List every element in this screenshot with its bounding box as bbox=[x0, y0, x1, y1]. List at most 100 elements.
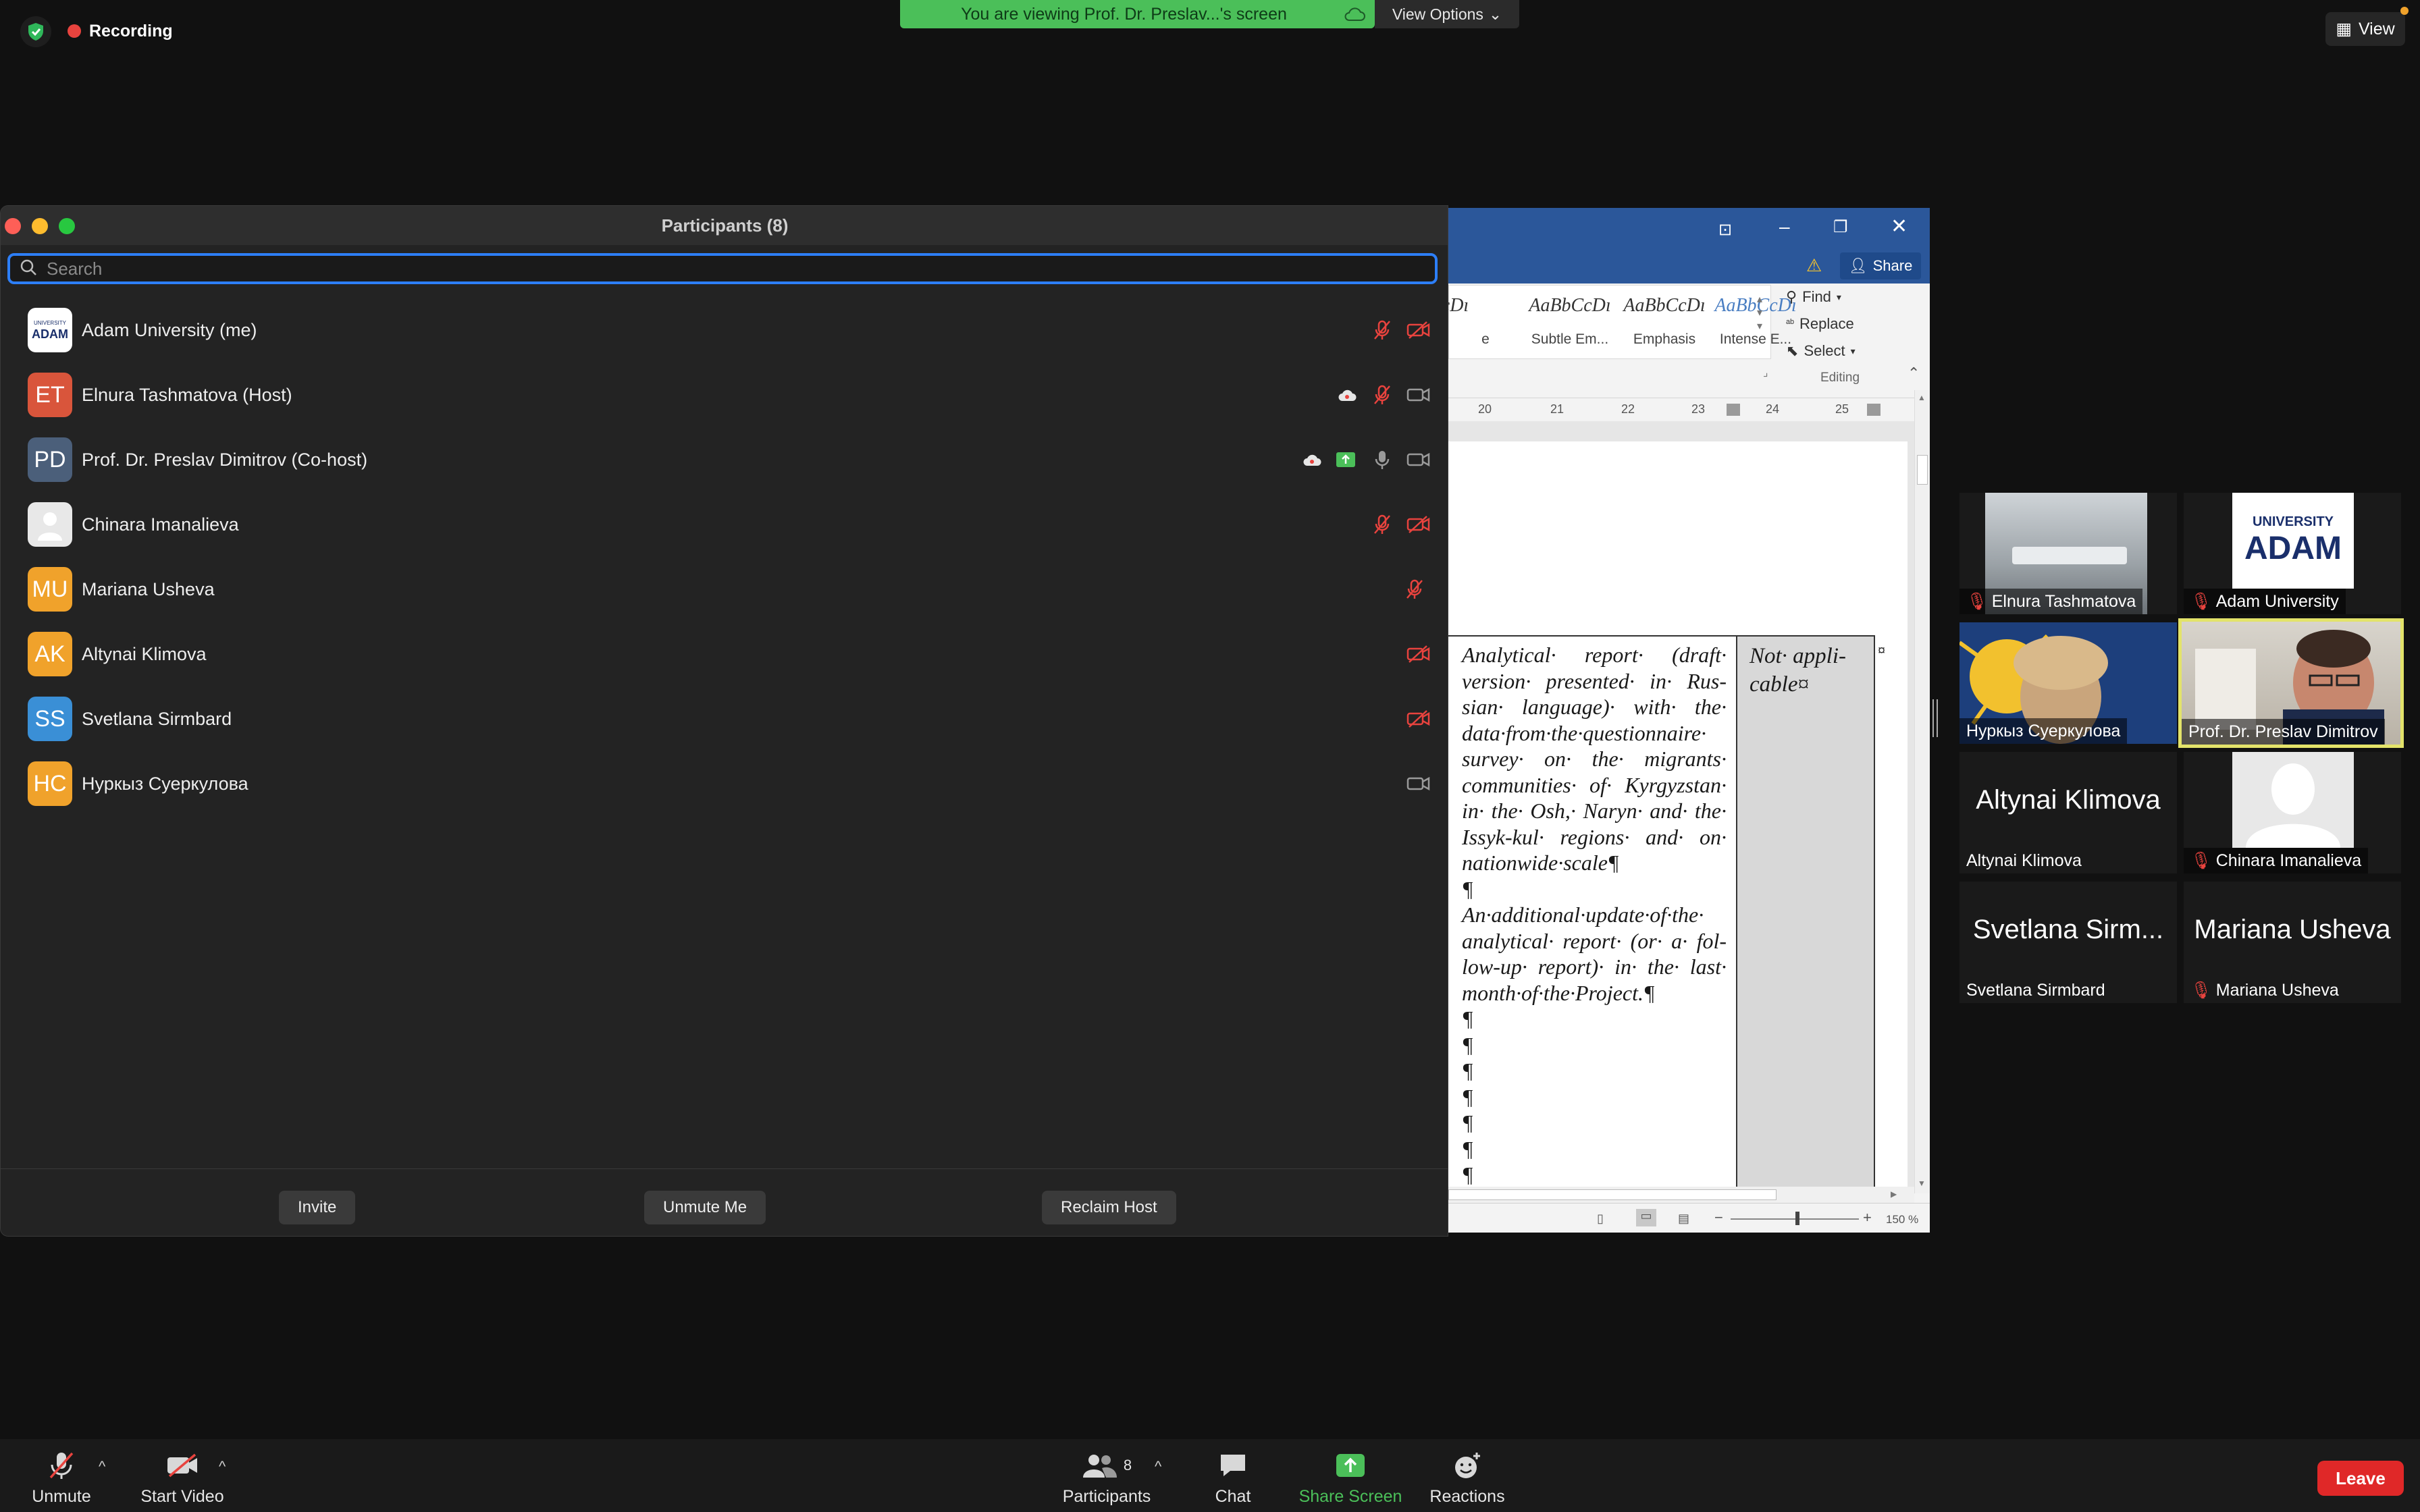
recording-dot-icon bbox=[68, 24, 81, 38]
participants-options-chevron-icon[interactable]: ^ bbox=[1155, 1458, 1161, 1476]
scroll-up-icon[interactable]: ▲ bbox=[1918, 393, 1926, 402]
styles-gallery[interactable]: cDı e AaBbCcDı Subtle Em... AaBbCcDı Emp… bbox=[1448, 285, 1797, 359]
video-tile[interactable]: UNIVERSITY ADAM 🎙︎ Adam University bbox=[2184, 493, 2401, 614]
horizontal-ruler[interactable]: 20 21 22 23 24 25 bbox=[1448, 398, 1914, 421]
gallery-resize-handle[interactable] bbox=[1932, 699, 1938, 737]
reclaim-host-button[interactable]: Reclaim Host bbox=[1042, 1191, 1176, 1224]
participant-search[interactable] bbox=[7, 253, 1438, 284]
vertical-scrollbar[interactable]: ▲ ▼ bbox=[1914, 390, 1930, 1193]
start-video-button[interactable]: Start Video bbox=[135, 1446, 230, 1507]
chat-button[interactable]: Chat bbox=[1206, 1446, 1260, 1507]
zoom-out-icon[interactable]: − bbox=[1714, 1209, 1723, 1226]
participant-row[interactable]: UNIVERSITY ADAM Adam University (me) bbox=[1, 298, 1448, 362]
view-button[interactable]: ▦ View bbox=[2325, 12, 2405, 46]
video-tile[interactable]: Svetlana Sirm... Svetlana Sirmbard bbox=[1959, 882, 2177, 1003]
video-tile[interactable]: Mariana Usheva 🎙︎ Mariana Usheva bbox=[2184, 882, 2401, 1003]
print-layout-icon[interactable]: ▭ bbox=[1636, 1209, 1656, 1226]
horizontal-scrollbar[interactable]: ▶ bbox=[1448, 1187, 1914, 1203]
document-area: Analytical· report· (draft· version· pre… bbox=[1448, 421, 1914, 1233]
mic-muted-icon[interactable] bbox=[1401, 576, 1428, 603]
minimize-icon[interactable]: – bbox=[1779, 216, 1790, 238]
invite-button[interactable]: Invite bbox=[279, 1191, 356, 1224]
document-cell-status[interactable]: Not· appli­cable¤ bbox=[1736, 637, 1875, 1210]
document-cell-description[interactable]: Analytical· report· (draft· version· pre… bbox=[1462, 642, 1727, 1214]
participant-row[interactable]: НС Нуркыз Суеркулова bbox=[1, 751, 1448, 816]
participant-row[interactable]: PD Prof. Dr. Preslav Dimitrov (Co-host) bbox=[1, 427, 1448, 492]
video-camera-icon[interactable] bbox=[1405, 381, 1432, 408]
styles-scroll-icon[interactable]: ▴ ▾ ▾ bbox=[1757, 292, 1762, 333]
mic-icon[interactable] bbox=[1369, 446, 1396, 473]
participant-row[interactable]: AK Altynai Klimova bbox=[1, 622, 1448, 686]
participant-row[interactable]: Chinara Imanalieva bbox=[1, 492, 1448, 557]
replace-icon: ᵃᵇ bbox=[1786, 318, 1794, 329]
select-button[interactable]: ⬉ Select ▾ bbox=[1786, 338, 1894, 364]
style-item-subtle-emphasis[interactable]: AaBbCcDı Subtle Em... bbox=[1523, 291, 1616, 348]
collapse-ribbon-icon[interactable]: ⌃ bbox=[1908, 364, 1920, 382]
search-input[interactable] bbox=[47, 258, 1435, 279]
video-off-icon[interactable] bbox=[1405, 511, 1432, 538]
view-button-label: View bbox=[2358, 19, 2395, 38]
find-button[interactable]: ⚲ Find ▾ bbox=[1786, 284, 1894, 310]
document-page[interactable]: Analytical· report· (draft· version· pre… bbox=[1448, 441, 1908, 1233]
participant-row[interactable]: ET Elnura Tashmatova (Host) bbox=[1, 362, 1448, 427]
recording-indicator[interactable]: Recording bbox=[68, 18, 173, 45]
zoom-slider[interactable] bbox=[1731, 1218, 1859, 1220]
video-tile[interactable]: 🎙︎ Chinara Imanalieva bbox=[2184, 752, 2401, 873]
participant-row[interactable]: MU Mariana Usheva bbox=[1, 557, 1448, 622]
style-item-emphasis[interactable]: AaBbCcDı Emphasis bbox=[1618, 291, 1711, 348]
minimize-window-icon[interactable] bbox=[32, 218, 48, 234]
video-tile[interactable]: Altynai Klimova Altynai Klimova bbox=[1959, 752, 2177, 873]
ruler-marker[interactable] bbox=[1867, 404, 1880, 416]
video-tile-active-speaker[interactable]: Prof. Dr. Preslav Dimitrov bbox=[2178, 618, 2404, 748]
close-icon[interactable]: ✕ bbox=[1891, 215, 1908, 238]
document-table: Analytical· report· (draft· version· pre… bbox=[1448, 635, 1885, 1213]
video-tile[interactable]: Нуркыз Суеркулова bbox=[1959, 622, 2177, 744]
mic-muted-icon[interactable] bbox=[1369, 317, 1396, 344]
ribbon-display-icon[interactable]: ⊡ bbox=[1718, 220, 1732, 240]
logo-bottom-text: ADAM bbox=[2244, 531, 2342, 566]
video-tile[interactable]: 🎙︎ Elnura Tashmatova bbox=[1959, 493, 2177, 614]
share-screen-button[interactable]: Share Screen bbox=[1290, 1446, 1411, 1507]
mic-muted-icon[interactable] bbox=[1369, 511, 1396, 538]
warning-icon[interactable]: ⚠ bbox=[1806, 255, 1822, 276]
video-options-chevron-icon[interactable]: ^ bbox=[219, 1458, 226, 1476]
leave-button[interactable]: Leave bbox=[2317, 1461, 2404, 1496]
video-off-icon[interactable] bbox=[1405, 641, 1432, 668]
restore-icon[interactable]: ❐ bbox=[1833, 217, 1848, 237]
replace-button[interactable]: ᵃᵇ Replace bbox=[1786, 310, 1894, 338]
zoom-slider-thumb[interactable] bbox=[1795, 1212, 1799, 1225]
participant-row[interactable]: SS Svetlana Sirmbard bbox=[1, 686, 1448, 751]
video-camera-icon[interactable] bbox=[1405, 770, 1432, 797]
scroll-thumb[interactable] bbox=[1448, 1189, 1777, 1200]
video-off-icon[interactable] bbox=[1405, 317, 1432, 344]
scroll-down-icon[interactable]: ▼ bbox=[1918, 1179, 1926, 1188]
chevron-down-icon: ▾ bbox=[1836, 291, 1841, 302]
video-off-icon[interactable] bbox=[1405, 705, 1432, 732]
read-mode-icon[interactable]: ▯ bbox=[1597, 1212, 1604, 1226]
participant-name: Prof. Dr. Preslav Dimitrov (Co-host) bbox=[82, 449, 368, 470]
participant-name: Altynai Klimova bbox=[82, 643, 207, 664]
web-layout-icon[interactable]: ▤ bbox=[1678, 1212, 1689, 1226]
unmute-button[interactable]: Unmute bbox=[24, 1446, 99, 1507]
reactions-button[interactable]: Reactions bbox=[1425, 1446, 1510, 1507]
scroll-thumb[interactable] bbox=[1917, 455, 1928, 485]
zoom-level[interactable]: 150 % bbox=[1886, 1213, 1918, 1226]
audio-options-chevron-icon[interactable]: ^ bbox=[99, 1458, 105, 1476]
ruler-marker[interactable] bbox=[1727, 404, 1740, 416]
share-button[interactable]: 👤︎ Share bbox=[1840, 252, 1921, 279]
style-item[interactable]: cDı e bbox=[1448, 291, 1502, 348]
encryption-shield-icon[interactable] bbox=[20, 16, 51, 47]
view-options-button[interactable]: View Options ⌄ bbox=[1375, 0, 1519, 28]
close-window-icon[interactable] bbox=[5, 218, 21, 234]
zoom-meeting-window: { "status": { "recording_label": "Record… bbox=[0, 0, 2420, 1512]
zoom-window-icon[interactable] bbox=[59, 218, 75, 234]
start-video-label: Start Video bbox=[140, 1487, 224, 1506]
zoom-in-icon[interactable]: + bbox=[1863, 1209, 1872, 1226]
video-camera-icon[interactable] bbox=[1405, 446, 1432, 473]
scroll-right-icon[interactable]: ▶ bbox=[1891, 1189, 1897, 1199]
unmute-me-button[interactable]: Unmute Me bbox=[644, 1191, 766, 1224]
participants-button[interactable]: 8 Participants bbox=[1057, 1446, 1156, 1507]
styles-launcher-icon[interactable]: ⌟ bbox=[1763, 366, 1768, 379]
mic-muted-icon[interactable] bbox=[1369, 381, 1396, 408]
tile-name-tag: 🎙︎ Adam University bbox=[2184, 589, 2346, 614]
